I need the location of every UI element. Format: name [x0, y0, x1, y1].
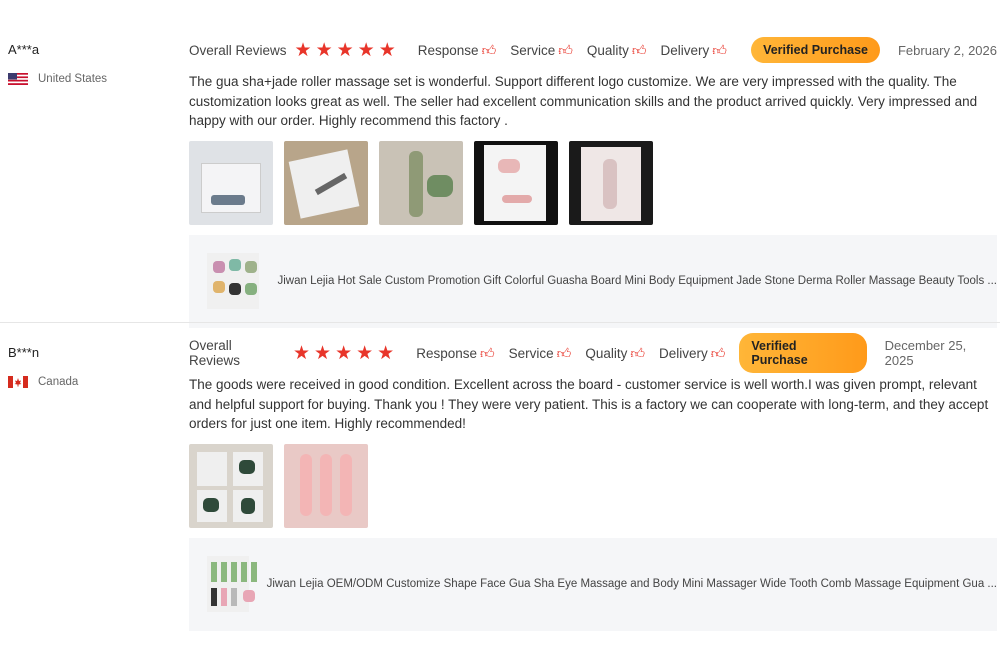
review-date: December 25, 2025 — [884, 338, 967, 368]
tag-delivery: Delivery 👍︎ — [661, 42, 727, 59]
star-icon: ★ — [336, 39, 354, 61]
review-card: B***n Canada Overall Reviews ★ ★ ★ ★ ★ R… — [0, 322, 1000, 633]
product-link[interactable]: Jiwan Lejia OEM/ODM Customize Shape Face… — [189, 537, 997, 631]
photo-roller-card-icon[interactable] — [474, 140, 558, 225]
star-icon: ★ — [292, 342, 311, 364]
product-title: Jiwan Lejia OEM/ODM Customize Shape Face… — [266, 578, 997, 590]
star-icon: ★ — [315, 39, 333, 61]
product-thumbnail-icon — [207, 253, 260, 309]
ratings-row: Overall Reviews ★ ★ ★ ★ ★ Response 👍︎ Ser… — [189, 36, 997, 64]
reviewer-country: United States — [8, 73, 178, 85]
overall-reviews-label: Overall Reviews — [189, 42, 287, 58]
ratings-row: Overall Reviews ★ ★ ★ ★ ★ Response 👍︎ Ser… — [189, 333, 997, 373]
thumbs-up-icon: 👍︎ — [558, 41, 573, 58]
us-flag-icon — [8, 73, 28, 85]
photo-box-icon[interactable] — [189, 140, 273, 225]
tag-service: Service 👍︎ — [510, 42, 573, 59]
photo-roller-tray-icon[interactable] — [569, 140, 653, 225]
thumbs-up-icon: 👍︎ — [480, 344, 495, 361]
reviewer-info: B***n Canada — [8, 345, 178, 388]
product-link[interactable]: Jiwan Lejia Hot Sale Custom Promotion Gi… — [189, 234, 997, 328]
tag-delivery: Delivery 👍︎ — [659, 345, 725, 362]
star-icon: ★ — [378, 39, 396, 61]
tag-response: Response 👍︎ — [418, 42, 496, 59]
reviewer-name: A***a — [8, 42, 40, 57]
photo-package-icon[interactable] — [284, 140, 368, 225]
thumbs-up-icon: 👍︎ — [710, 344, 726, 361]
review-text: The gua sha+jade roller massage set is w… — [189, 74, 978, 128]
tag-label: Response — [416, 345, 478, 361]
country-label: United States — [38, 73, 108, 85]
star-icon: ★ — [377, 342, 395, 364]
tag-label: Quality — [585, 345, 628, 361]
star-icon: ★ — [357, 39, 375, 61]
tag-label: Response — [417, 42, 479, 58]
tag-quality: Quality 👍︎ — [585, 345, 645, 362]
reviewer-country: Canada — [8, 376, 178, 388]
star-icon: ★ — [356, 342, 374, 364]
tag-label: Delivery — [658, 345, 708, 361]
photo-gua-sha-icon[interactable] — [379, 140, 463, 225]
thumbs-up-icon: 👍︎ — [630, 344, 645, 361]
review-text: The goods were received in good conditio… — [189, 377, 989, 431]
product-title: Jiwan Lejia Hot Sale Custom Promotion Gi… — [277, 275, 997, 287]
star-icon: ★ — [294, 39, 312, 61]
tag-label: Quality — [586, 42, 629, 58]
star-icon: ★ — [314, 342, 332, 364]
tag-label: Service — [510, 42, 556, 58]
verified-purchase-badge: Verified Purchase — [751, 37, 880, 63]
tag-quality: Quality 👍︎ — [587, 42, 647, 59]
overall-reviews-label: Overall Reviews — [189, 338, 241, 368]
reviewer-info: A***a United States — [8, 42, 178, 85]
tag-label: Service — [508, 345, 554, 361]
tag-response: Response 👍︎ — [416, 345, 494, 362]
review-date: February 2, 2026 — [897, 42, 997, 58]
photo-green-set-icon[interactable] — [189, 443, 273, 528]
reviewer-name: B***n — [8, 345, 40, 360]
star-icon: ★ — [335, 342, 353, 364]
thumbs-up-icon: 👍︎ — [556, 344, 572, 361]
review-content: Overall Reviews ★ ★ ★ ★ ★ Response 👍︎ Ser… — [189, 36, 997, 328]
thumbs-up-icon: 👍︎ — [712, 41, 727, 58]
star-rating: ★ ★ ★ ★ ★ — [293, 344, 394, 363]
thumbs-up-icon: 👍︎ — [631, 41, 647, 58]
tag-service: Service 👍︎ — [509, 345, 572, 362]
thumbs-up-icon: 👍︎ — [481, 41, 497, 58]
canada-flag-icon — [8, 376, 28, 388]
review-content: Overall Reviews ★ ★ ★ ★ ★ Response 👍︎ Ser… — [189, 333, 997, 631]
review-photos — [189, 140, 997, 225]
product-thumbnail-icon — [207, 556, 257, 612]
photo-pink-rollers-icon[interactable] — [284, 443, 368, 528]
country-label: Canada — [38, 376, 79, 388]
review-photos — [189, 443, 997, 528]
star-rating: ★ ★ ★ ★ ★ — [295, 41, 396, 60]
review-card: A***a United States Overall Reviews ★ ★ … — [0, 0, 1000, 328]
verified-purchase-badge: Verified Purchase — [739, 333, 867, 373]
tag-label: Delivery — [660, 42, 710, 58]
